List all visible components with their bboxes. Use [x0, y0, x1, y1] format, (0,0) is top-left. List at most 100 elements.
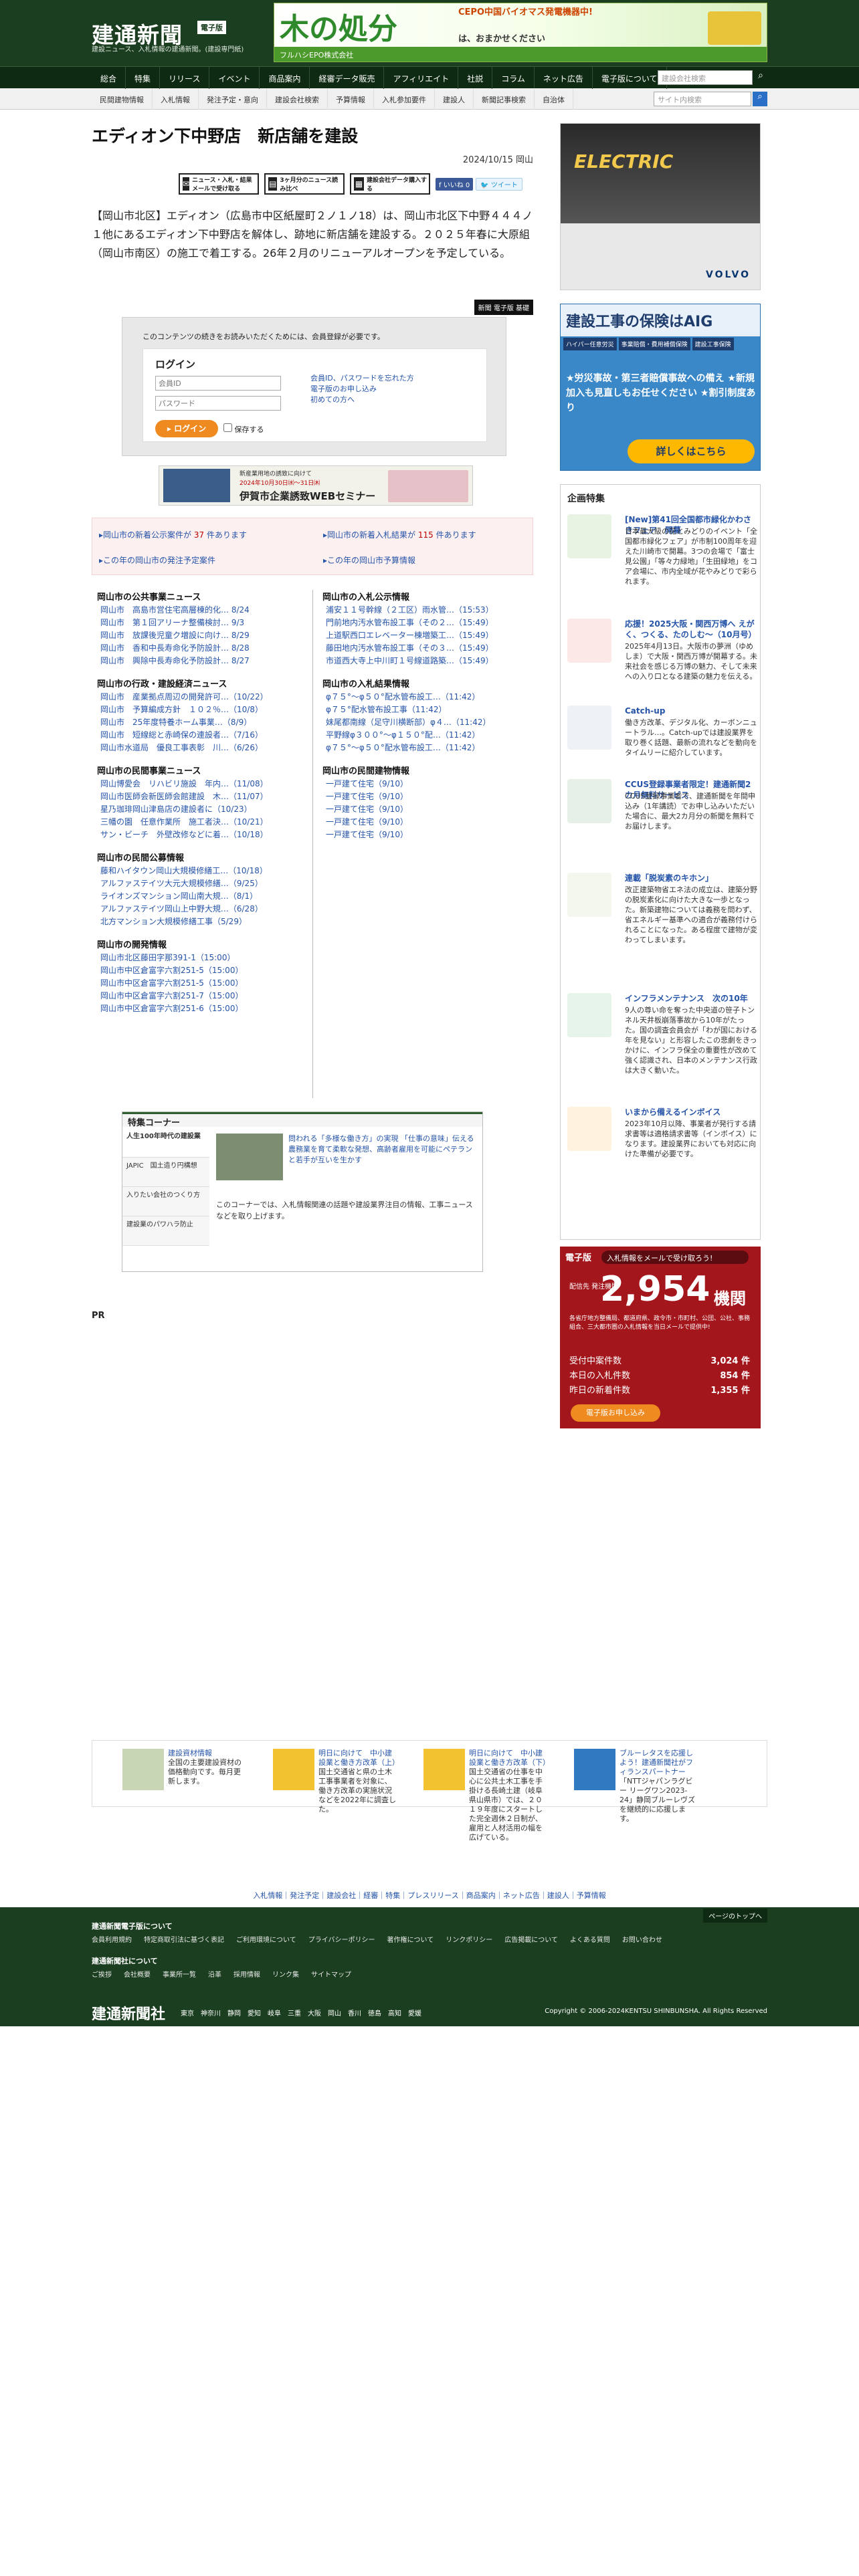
feature-tab[interactable]: JAPIC 国土造り円構想: [122, 1158, 209, 1187]
news-link[interactable]: φ７５°～φ５０°配水管布設工…（11:42）: [322, 691, 537, 704]
footer-link[interactable]: 事業所一覧: [163, 1969, 196, 1979]
company-search-input[interactable]: 建設会社検索: [658, 70, 753, 85]
news-link[interactable]: 藤田地内汚水管布設工事（その３…（15:49）: [322, 642, 537, 655]
nav-item[interactable]: 電子版について: [593, 67, 667, 89]
news-link[interactable]: 岡山市 放課後児童ク増設に向け… 8/29: [97, 629, 311, 642]
subnav-item[interactable]: 自治体: [535, 88, 573, 110]
nav-item[interactable]: アフィリエイト: [384, 67, 459, 89]
office-link[interactable]: 香川: [348, 2008, 361, 2018]
nav-item[interactable]: 経審データ販売: [310, 67, 385, 89]
footer-link[interactable]: ご利用環境について: [236, 1934, 296, 1944]
footer-link[interactable]: 会社概要: [124, 1969, 151, 1979]
volvo-ad[interactable]: ELECTRIC VOLVO: [560, 123, 761, 290]
first-time-link[interactable]: 初めての方へ: [310, 395, 414, 405]
epaper-signup-button[interactable]: 電子版お申し込み: [571, 1404, 660, 1422]
login-button[interactable]: ▸ ログイン: [155, 420, 218, 437]
new-results-link[interactable]: ▸岡山市の新着入札結果が 115 件あります: [323, 529, 476, 540]
nav-item[interactable]: イベント: [209, 67, 260, 89]
subnav-item[interactable]: 発注予定・意向: [199, 88, 267, 110]
news-link[interactable]: 岡山市医師会新医師会館建設 木…（11/07）: [97, 790, 311, 803]
order-plan-link[interactable]: ▸この年の岡山市の発注予定案件: [99, 554, 215, 566]
office-link[interactable]: 静岡: [227, 2008, 241, 2018]
member-id-input[interactable]: [155, 376, 281, 391]
footer-link[interactable]: リンクポリシー: [446, 1934, 492, 1944]
aig-ad[interactable]: 建設工事の保険はAIG ハイパー任意労災 事業賠償・費用補償保険 建設工事保険 …: [560, 304, 761, 471]
footer-link[interactable]: 採用情報: [233, 1969, 260, 1979]
footer-link[interactable]: 広告掲載について: [504, 1934, 558, 1944]
news-link[interactable]: 門前地内汚水管布設工事（その２…（15:49）: [322, 617, 537, 629]
budget-link[interactable]: ▸この年の岡山市予算情報: [323, 554, 415, 566]
news-link[interactable]: ライオンズマンション岡山南大規…（8/1）: [97, 890, 311, 903]
news-link[interactable]: 岡山市中区倉富字六割251-5（15:00）: [97, 977, 311, 990]
subnav-item[interactable]: 民間建物情報: [92, 88, 153, 110]
footer-link[interactable]: 著作権について: [387, 1934, 434, 1944]
keep-checkbox[interactable]: [223, 423, 232, 432]
footer-link[interactable]: よくある質問: [570, 1934, 610, 1944]
news-link[interactable]: アルファステイツ大元大規模修繕…（9/25）: [97, 877, 311, 890]
bottom-title[interactable]: 明日に向けて 中小建設業と働き方改革（上）: [318, 1749, 399, 1767]
footer-links[interactable]: 入札情報｜発注予定｜建設会社｜経審｜特集｜プレスリリース｜商品案内｜ネット広告｜…: [0, 1890, 859, 1901]
subnav-item[interactable]: 建設会社検索: [267, 88, 328, 110]
news-link[interactable]: 岡山博愛会 リハビリ施設 年内…（11/08）: [97, 778, 311, 790]
news-link[interactable]: 岡山市中区倉富字六割251-6（15:00）: [97, 1002, 311, 1015]
header-ad-banner[interactable]: 木の処分 CEPO中国バイオマス発電機器中! は、おまかせください フルハシEP…: [274, 3, 767, 62]
footer-link[interactable]: 沿革: [208, 1969, 221, 1979]
feature-title[interactable]: 応援！2025大阪・関西万博へ えがく、つくる、たのしむ～（10月号）: [625, 619, 757, 640]
nav-item[interactable]: コラム: [492, 67, 535, 89]
news-link[interactable]: 岡山市中区倉富字六割251-7（15:00）: [97, 990, 311, 1002]
news-link[interactable]: 岡山市 予算編成方針 １０２％…（10/8）: [97, 704, 311, 716]
office-link[interactable]: 三重: [288, 2008, 301, 2018]
nav-item[interactable]: 総合: [92, 67, 126, 89]
news-link[interactable]: 浦安１１号幹線（２工区）雨水管…（15:53）: [322, 604, 537, 617]
news-link[interactable]: 岡山市 短線総と赤崎保の連設者…（7/16）: [97, 729, 311, 742]
new-public-cases-link[interactable]: ▸岡山市の新着公示案件が 37 件あります: [99, 529, 247, 540]
ad-detail-button[interactable]: 詳しくはこちら: [628, 439, 755, 463]
feature-title[interactable]: いまから備えるインボイス: [625, 1107, 757, 1117]
site-search-input[interactable]: サイト内検索: [654, 92, 751, 106]
office-link[interactable]: 愛媛: [408, 2008, 421, 2018]
news-link[interactable]: 藤和ハイタウン岡山大規模修繕工…（10/18）: [97, 865, 311, 877]
nav-item[interactable]: ネット広告: [535, 67, 593, 89]
forgot-password-link[interactable]: 会員ID、パスワードを忘れた方: [310, 373, 414, 384]
office-link[interactable]: 愛知: [248, 2008, 261, 2018]
subnav-item[interactable]: 入札参加要件: [374, 88, 435, 110]
news-link[interactable]: 妹尾都南線（足守川横断部）φ４…（11:42）: [322, 716, 537, 729]
office-link[interactable]: 大阪: [308, 2008, 321, 2018]
password-input[interactable]: [155, 396, 281, 411]
news-link[interactable]: 岡山市 興除中長寿命化予防設計… 8/27: [97, 655, 311, 667]
news-link[interactable]: 岡山市 香和中長寿命化予防設計… 8/28: [97, 642, 311, 655]
nav-item[interactable]: 商品案内: [260, 67, 310, 89]
footer-link[interactable]: リンク集: [272, 1969, 299, 1979]
office-link[interactable]: 神奈川: [201, 2008, 221, 2018]
epaper-promo[interactable]: 電子版 入札情報をメールで受け取ろう! 配信先 発注機関 2,954 機関 各省…: [560, 1247, 761, 1428]
subnav-item[interactable]: 新聞記事検索: [474, 88, 535, 110]
news-link[interactable]: φ７５°配水管布設工事（11:42）: [322, 704, 537, 716]
news-link[interactable]: 岡山市 産業拠点周辺の開発許可…（10/22）: [97, 691, 311, 704]
news-link[interactable]: 岡山市水道局 優良工事表彰 川…（6/26）: [97, 742, 311, 754]
subnav-item[interactable]: 予算情報: [328, 88, 374, 110]
search-icon[interactable]: ⌕: [753, 92, 767, 106]
news-link[interactable]: 三幡の園 任意作業所 施工者決…（10/21）: [97, 816, 311, 829]
news-link[interactable]: 一戸建て住宅（9/10）: [322, 829, 537, 841]
office-link[interactable]: 徳島: [368, 2008, 381, 2018]
footer-logo[interactable]: 建通新聞社: [92, 2002, 165, 2024]
office-link[interactable]: 岡山: [328, 2008, 341, 2018]
news-link[interactable]: 岡山市北区藤田字那391-1（15:00）: [97, 952, 311, 964]
news-link[interactable]: 一戸建て住宅（9/10）: [322, 778, 537, 790]
nav-item[interactable]: 社説: [458, 67, 493, 89]
news-link[interactable]: 市道西大寺上中川町１号線道路築…（15:49）: [322, 655, 537, 667]
feature-tab[interactable]: 人生100年時代の建設業: [122, 1128, 209, 1158]
news-link[interactable]: 岡山市 高島市営住宅高層棟的化… 8/24: [97, 604, 311, 617]
footer-link[interactable]: サイトマップ: [311, 1969, 351, 1979]
search-icon[interactable]: ⌕: [754, 70, 767, 85]
footer-link[interactable]: 特定商取引法に基づく表記: [144, 1934, 224, 1944]
office-link[interactable]: 高知: [388, 2008, 401, 2018]
news-link[interactable]: 岡山市 25年度特養ホーム事業…（8/9）: [97, 716, 311, 729]
nav-item[interactable]: 特集: [126, 67, 161, 89]
news-link[interactable]: 岡山市 第１回アリーナ整備検討… 9/3: [97, 617, 311, 629]
signup-link[interactable]: 電子版のお申し込み: [310, 384, 414, 395]
bottom-title[interactable]: 明日に向けて 中小建設業と働き方改革（下）: [469, 1749, 550, 1767]
news-link[interactable]: 星乃珈琲岡山津島店の建設者に（10/23）: [97, 803, 311, 816]
company-data-button[interactable]: ▦ 建設会社データ購入する: [350, 173, 430, 195]
feature-title[interactable]: Catch-up: [625, 706, 757, 716]
